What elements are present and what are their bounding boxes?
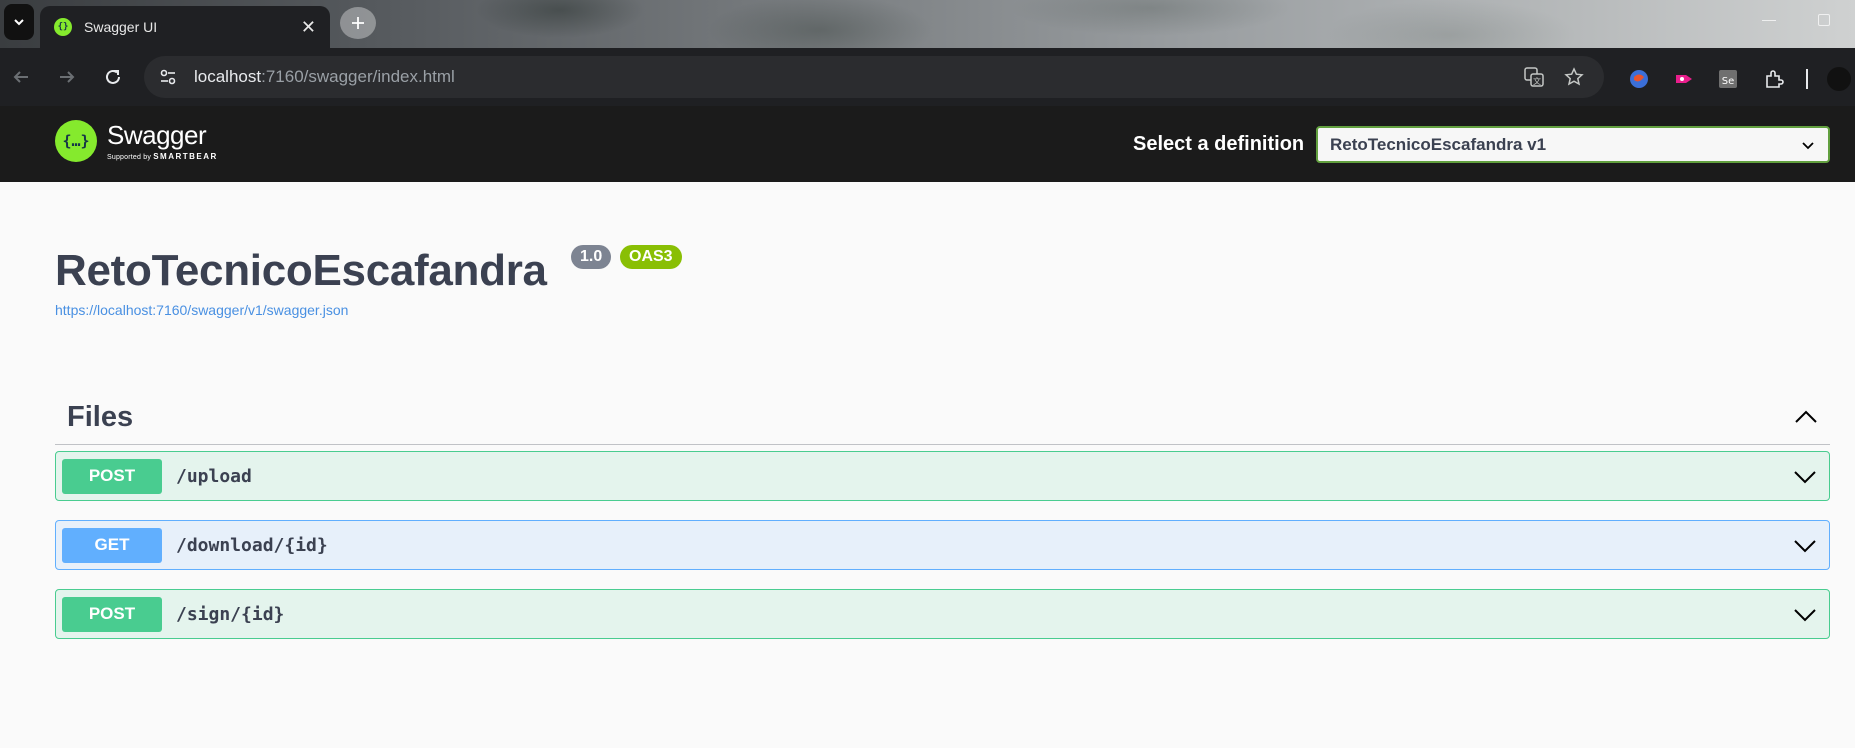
chevron-down-icon <box>1794 471 1816 484</box>
extension-selenium-icon[interactable]: Se <box>1716 67 1740 91</box>
swagger-logo-icon: {…} <box>55 120 97 162</box>
back-button[interactable] <box>2 58 40 96</box>
tab-search-button[interactable] <box>4 4 34 40</box>
forward-button[interactable] <box>48 58 86 96</box>
chevron-down-icon <box>1794 609 1816 622</box>
url-path: :7160/swagger/index.html <box>261 67 455 86</box>
api-title: RetoTecnicoEscafandra <box>55 246 547 295</box>
logo-text: Swagger Supported by SMARTBEAR <box>107 120 218 161</box>
site-info-icon[interactable] <box>154 63 182 91</box>
operation-path: /sign/{id} <box>176 603 285 625</box>
logo-sub-company: SMARTBEAR <box>153 152 218 161</box>
chevron-down-icon <box>1794 540 1816 553</box>
toolbar-divider <box>1806 69 1808 89</box>
logo-brand-name: Swagger <box>107 120 207 150</box>
browser-toolbar: localhost:7160/swagger/index.html 文 Se <box>0 48 1855 106</box>
url-text: localhost:7160/swagger/index.html <box>194 67 455 87</box>
new-tab-button[interactable] <box>340 7 376 39</box>
swagger-logo[interactable]: {…} Swagger Supported by SMARTBEAR <box>55 120 218 162</box>
operation-post-sign[interactable]: POST /sign/{id} <box>55 589 1830 639</box>
swagger-favicon-icon: {} <box>54 18 72 36</box>
translate-icon[interactable]: 文 <box>1522 65 1546 89</box>
reload-button[interactable] <box>94 58 132 96</box>
swagger-topbar: {…} Swagger Supported by SMARTBEAR Selec… <box>0 106 1855 182</box>
extension-globe-icon[interactable] <box>1627 67 1651 91</box>
arrow-left-icon <box>13 71 28 83</box>
tab-title: Swagger UI <box>84 19 158 35</box>
chevron-down-icon <box>14 19 24 26</box>
operation-post-upload[interactable]: POST /upload <box>55 451 1830 501</box>
arrow-right-icon <box>60 71 75 83</box>
definition-selected-value: RetoTecnicoEscafandra v1 <box>1330 134 1547 154</box>
bookmark-star-icon[interactable] <box>1562 65 1586 89</box>
chevron-up-icon <box>1795 410 1817 423</box>
url-host: localhost <box>194 67 262 86</box>
svg-text:Se: Se <box>1722 76 1735 87</box>
tag-header-files[interactable]: Files <box>55 390 1830 445</box>
operation-get-download[interactable]: GET /download/{id} <box>55 520 1830 570</box>
reload-icon <box>106 69 120 84</box>
tag-name: Files <box>67 400 134 433</box>
operation-expand-button[interactable] <box>1785 456 1825 496</box>
address-bar[interactable]: localhost:7160/swagger/index.html 文 <box>144 56 1604 98</box>
operation-path: /upload <box>176 465 252 487</box>
method-badge: GET <box>62 527 162 563</box>
method-badge: POST <box>62 596 162 632</box>
operation-path: /download/{id} <box>176 534 328 556</box>
svg-text:文: 文 <box>1533 76 1541 86</box>
logo-sub-prefix: Supported by <box>107 154 152 161</box>
extensions-puzzle-icon[interactable] <box>1762 67 1786 91</box>
tag-collapse-button[interactable] <box>1786 397 1826 437</box>
window-maximize-button[interactable] <box>1818 14 1830 26</box>
plus-icon <box>352 17 364 29</box>
version-badge: 1.0 <box>571 245 612 269</box>
profile-avatar[interactable] <box>1827 67 1851 91</box>
operation-expand-button[interactable] <box>1785 594 1825 634</box>
tab-close-icon[interactable]: ✕ <box>301 18 316 36</box>
oas-badge: OAS3 <box>620 245 682 269</box>
operation-expand-button[interactable] <box>1785 525 1825 565</box>
chevron-down-icon <box>1802 141 1814 149</box>
window-minimize-button[interactable] <box>1762 20 1776 21</box>
method-badge: POST <box>62 458 162 494</box>
browser-tab-strip: {} Swagger UI ✕ <box>0 0 1855 48</box>
definition-label: Select a definition <box>1133 133 1305 155</box>
logo-subtitle: Supported by SMARTBEAR <box>107 152 218 161</box>
browser-tab-active[interactable]: {} Swagger UI ✕ <box>40 6 330 48</box>
extension-video-icon[interactable] <box>1672 67 1696 91</box>
definition-select[interactable]: RetoTecnicoEscafandra v1 <box>1316 126 1830 163</box>
spec-json-link[interactable]: https://localhost:7160/swagger/v1/swagge… <box>55 302 348 318</box>
